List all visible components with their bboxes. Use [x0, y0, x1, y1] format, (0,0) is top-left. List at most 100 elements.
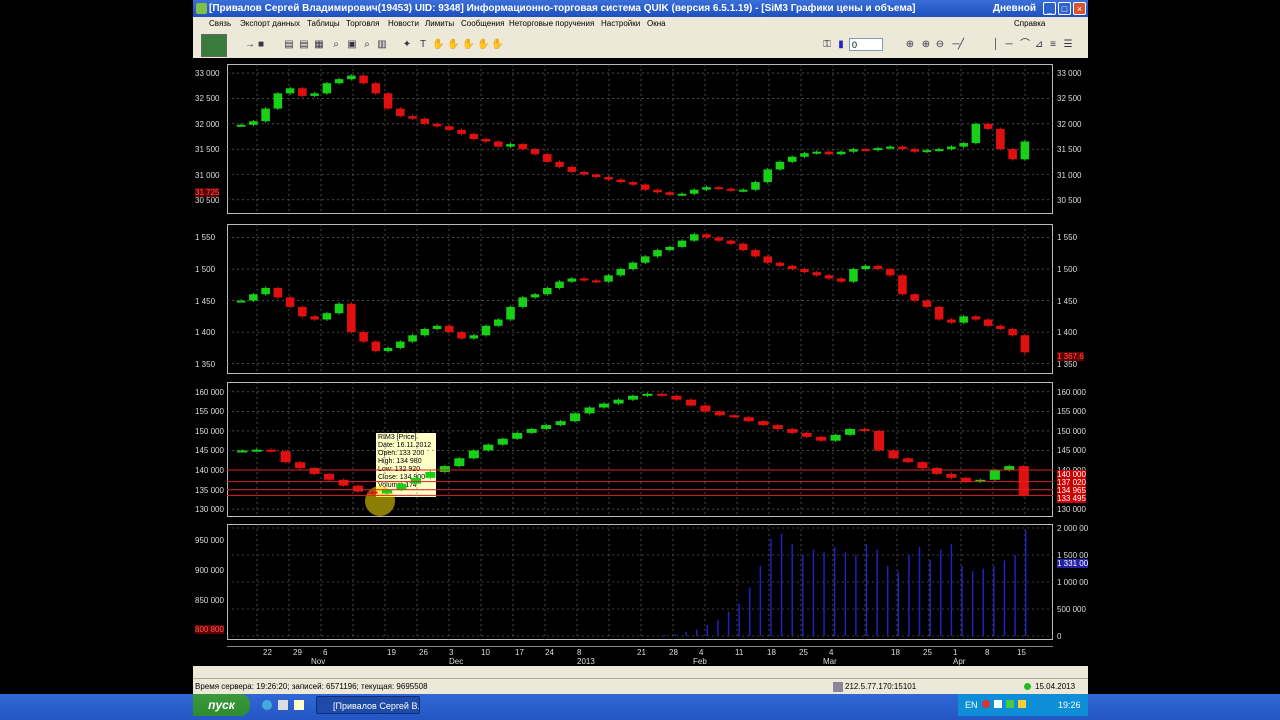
candle[interactable] — [432, 123, 442, 127]
desktop-icon[interactable] — [294, 700, 304, 710]
candle[interactable] — [885, 146, 895, 149]
candle[interactable] — [898, 146, 907, 150]
candle[interactable] — [656, 393, 668, 396]
language-indicator[interactable]: EN — [965, 694, 978, 716]
menu-messages[interactable]: Сообщения — [461, 17, 504, 31]
start-button[interactable]: пуск — [193, 694, 250, 716]
candle[interactable] — [530, 149, 540, 155]
crosshair-icon[interactable]: ⊕ — [904, 39, 916, 51]
candle[interactable] — [640, 256, 650, 263]
candle[interactable] — [410, 477, 421, 484]
interval-select[interactable]: 0 — [849, 38, 883, 51]
candle[interactable] — [873, 148, 883, 151]
candle[interactable] — [570, 413, 581, 422]
pin-icon[interactable]: ✦ — [401, 39, 413, 51]
chart-svg-2[interactable] — [227, 382, 1053, 517]
candle[interactable] — [714, 411, 725, 416]
candle[interactable] — [555, 281, 564, 288]
menu-export[interactable]: Экспорт данных — [240, 17, 300, 31]
zoom-in-icon[interactable]: ⊕ — [920, 39, 932, 51]
candle[interactable] — [338, 479, 349, 486]
candle[interactable] — [801, 432, 812, 437]
candle[interactable] — [947, 146, 956, 150]
candle[interactable] — [775, 262, 785, 266]
candle[interactable] — [934, 306, 944, 320]
candle[interactable] — [830, 434, 841, 441]
candle[interactable] — [381, 489, 393, 494]
candle[interactable] — [849, 269, 858, 282]
stop-icon[interactable]: ■ — [255, 39, 267, 51]
candle[interactable] — [236, 124, 246, 127]
candle[interactable] — [888, 450, 899, 459]
candle[interactable] — [298, 306, 307, 317]
candle[interactable] — [347, 303, 356, 333]
search-icon[interactable]: ⌕ — [361, 39, 373, 51]
candle[interactable] — [322, 313, 332, 320]
tray-icon[interactable] — [1006, 700, 1014, 708]
hand-icon[interactable]: ✋ — [432, 39, 444, 51]
candle[interactable] — [983, 123, 993, 129]
candle[interactable] — [751, 250, 760, 257]
candle[interactable] — [408, 116, 417, 119]
fibo-icon[interactable]: ☰ — [1062, 39, 1074, 51]
chart-type-icon[interactable]: ▮ — [835, 39, 847, 51]
candle[interactable] — [309, 468, 320, 474]
candle[interactable] — [481, 139, 491, 142]
candle[interactable] — [729, 415, 740, 418]
candle[interactable] — [787, 428, 798, 433]
candle[interactable] — [996, 325, 1005, 329]
candle[interactable] — [898, 275, 907, 295]
candle[interactable] — [598, 403, 610, 408]
candle[interactable] — [689, 234, 699, 241]
candle[interactable] — [800, 269, 809, 273]
candle[interactable] — [787, 265, 797, 270]
candle[interactable] — [787, 156, 797, 162]
candle[interactable] — [420, 118, 430, 124]
candle[interactable] — [714, 237, 724, 241]
candle[interactable] — [526, 428, 537, 433]
menu-connection[interactable]: Связь — [209, 17, 231, 31]
candle[interactable] — [273, 287, 283, 298]
candle[interactable] — [959, 316, 968, 323]
candle[interactable] — [468, 450, 479, 459]
menu-tables[interactable]: Таблицы — [307, 17, 340, 31]
candle[interactable] — [640, 184, 650, 190]
candle[interactable] — [910, 149, 919, 152]
candle[interactable] — [383, 347, 393, 352]
candle[interactable] — [347, 75, 356, 80]
title-bar[interactable]: [Привалов Сергей Владимирович(19453) UID… — [193, 0, 1088, 17]
candle[interactable] — [996, 128, 1005, 150]
candle[interactable] — [445, 126, 454, 130]
candle[interactable] — [567, 166, 577, 172]
hand5-icon[interactable]: ✋ — [491, 39, 503, 51]
candle[interactable] — [702, 187, 711, 190]
candle[interactable] — [849, 149, 858, 152]
candle[interactable] — [859, 428, 870, 431]
candle[interactable] — [396, 483, 407, 490]
candle[interactable] — [960, 477, 971, 482]
candle[interactable] — [432, 325, 442, 329]
candle[interactable] — [665, 246, 675, 251]
candle[interactable] — [959, 143, 968, 147]
candle[interactable] — [772, 425, 783, 429]
candle[interactable] — [285, 88, 295, 94]
candle[interactable] — [261, 287, 270, 295]
arc-icon[interactable]: ⌒ — [1019, 39, 1031, 51]
candle[interactable] — [751, 182, 760, 190]
fan-icon[interactable]: ⊿ — [1033, 39, 1045, 51]
candle[interactable] — [334, 303, 344, 314]
text-icon[interactable]: T — [417, 39, 429, 51]
candle[interactable] — [836, 278, 846, 282]
candle[interactable] — [1004, 466, 1015, 471]
menu-help[interactable]: Справка — [1014, 17, 1045, 31]
candle[interactable] — [261, 108, 270, 122]
candle[interactable] — [310, 93, 319, 96]
candle[interactable] — [845, 428, 856, 435]
candle[interactable] — [352, 485, 364, 492]
candle[interactable] — [743, 417, 754, 422]
candle[interactable] — [873, 265, 883, 270]
candle[interactable] — [280, 451, 291, 463]
candle[interactable] — [836, 151, 846, 155]
candle[interactable] — [873, 430, 885, 451]
candle[interactable] — [902, 458, 914, 463]
